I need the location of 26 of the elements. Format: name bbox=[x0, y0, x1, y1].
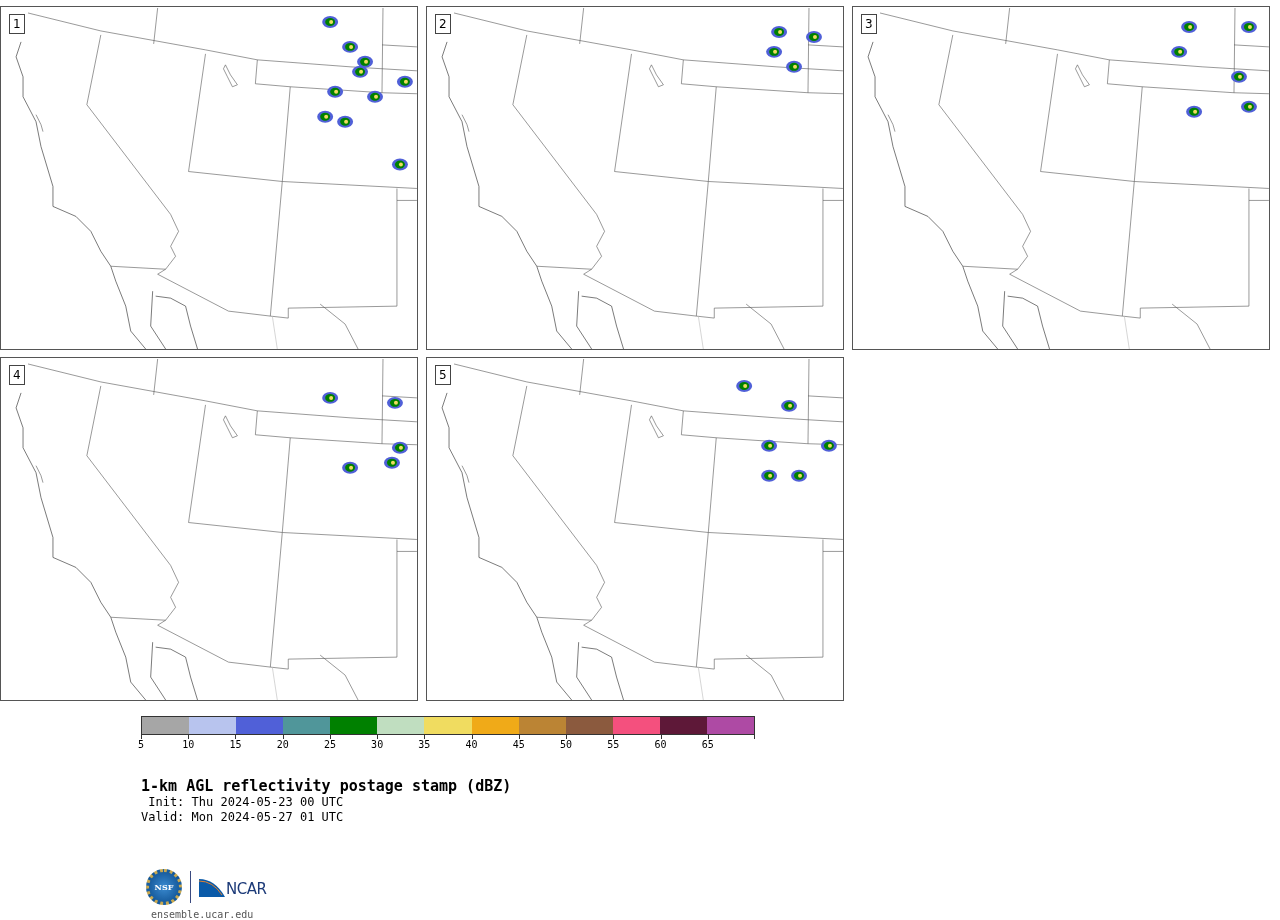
tick-label: 15 bbox=[229, 739, 242, 750]
valid-time: Valid: Mon 2024-05-27 01 UTC bbox=[141, 810, 345, 825]
panel-number: 5 bbox=[435, 365, 451, 385]
tick-label: 40 bbox=[465, 739, 478, 750]
nsf-logo: NSF bbox=[146, 869, 182, 905]
tick-label: 25 bbox=[323, 739, 336, 750]
tick-label: 35 bbox=[418, 739, 431, 750]
tick-label: 5 bbox=[138, 739, 144, 750]
tick-label: 60 bbox=[654, 739, 667, 750]
tick-label: 30 bbox=[371, 739, 384, 750]
panel-number: 1 bbox=[9, 14, 25, 34]
swoosh-icon bbox=[199, 877, 225, 897]
chart-title: 1-km AGL reflectivity postage stamp (dBZ) bbox=[141, 777, 513, 795]
radar-echoes-drawing bbox=[766, 25, 822, 73]
panel-number: 2 bbox=[435, 14, 451, 34]
panel-number: 3 bbox=[861, 14, 877, 34]
panel-number: 4 bbox=[9, 365, 25, 385]
tick-label: 65 bbox=[701, 739, 714, 750]
tick-label: 10 bbox=[182, 739, 195, 750]
init-time: Init: Thu 2024-05-23 00 UTC bbox=[147, 795, 345, 810]
tick-label: 55 bbox=[607, 739, 620, 750]
website-url: ensemble.ucar.edu bbox=[151, 909, 255, 920]
tick-label: 20 bbox=[276, 739, 289, 750]
tick-label: 45 bbox=[512, 739, 525, 750]
tick-label: 50 bbox=[560, 739, 573, 750]
ncar-logo-text: NCAR bbox=[226, 882, 267, 897]
